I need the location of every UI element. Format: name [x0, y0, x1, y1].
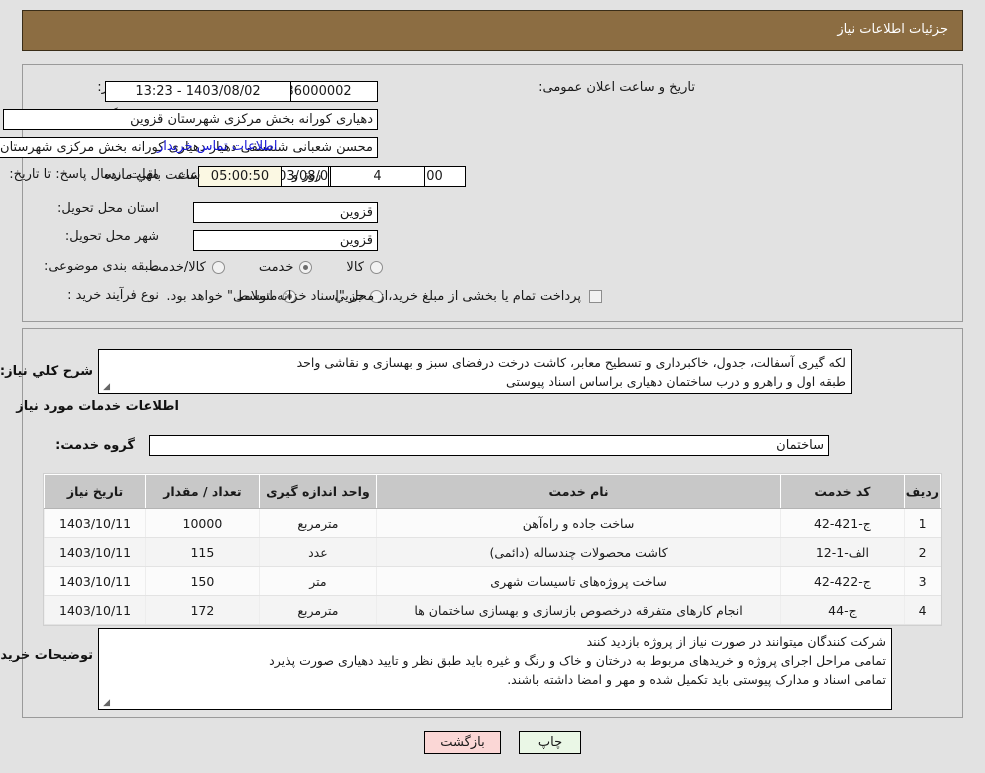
buyer-notes-line: شرکت کنندگان میتوانند در صورت نیاز از پر…: [586, 634, 886, 649]
category-option-label: خدمت: [258, 260, 294, 275]
public-announce-label: تاریخ و ساعت اعلان عمومی:: [538, 80, 695, 95]
table-row: 3 ج-422-42 ساخت پروژه‌های تاسیسات شهری م…: [43, 566, 941, 596]
print-button[interactable]: چاپ: [519, 731, 581, 754]
cell-date: 1403/10/11: [43, 566, 146, 596]
general-desc-textarea[interactable]: لکه گیری آسفالت، جدول، خاکبرداری و تسطیح…: [98, 349, 852, 394]
cell-date: 1403/10/11: [43, 508, 146, 538]
general-desc-line: لکه گیری آسفالت، جدول، خاکبرداری و تسطیح…: [296, 355, 846, 370]
service-group-value[interactable]: ساختمان: [149, 435, 829, 456]
cell-unit: عدد: [258, 537, 377, 567]
resize-grip-icon[interactable]: ◢: [101, 383, 110, 392]
city-value[interactable]: قزوین: [193, 230, 378, 251]
deadline-days-label: روز و: [292, 168, 322, 183]
table-row: 2 الف-1-12 کاشت محصولات چندساله (دائمی) …: [43, 537, 941, 567]
category-option-kala-khedmat[interactable]: کالا/خدمت: [149, 260, 225, 275]
table-header-row: ردیف کد خدمت نام خدمت واحد اندازه گیری ت…: [43, 474, 942, 509]
cell-unit: مترمربع: [258, 508, 377, 538]
th-code: کد خدمت: [780, 474, 905, 509]
cell-unit: متر: [258, 566, 377, 596]
field-province: استان محل تحویل:: [57, 201, 159, 216]
cell-code: ج-44: [780, 595, 905, 625]
cell-row: 1: [903, 508, 941, 538]
cell-unit: مترمربع: [258, 595, 377, 625]
category-option-label: کالا: [346, 260, 364, 275]
cell-qty: 150: [145, 566, 260, 596]
field-public-announce: تاریخ و ساعت اعلان عمومی:: [538, 80, 695, 95]
buyer-org-value[interactable]: دهیاری کورانه بخش مرکزی شهرستان قزوین: [3, 109, 378, 130]
need-info-panel: [22, 64, 963, 322]
cell-row: 2: [903, 537, 941, 567]
buyer-notes-line: تمامی مراحل اجرای پروژه و خریدهای مربوط …: [269, 653, 886, 668]
category-option-kala[interactable]: کالا: [346, 260, 383, 275]
services-table: ردیف کد خدمت نام خدمت واحد اندازه گیری ت…: [43, 474, 942, 625]
field-city: شهر محل تحویل:: [65, 229, 159, 244]
public-announce-value[interactable]: 1403/08/02 - 13:23: [105, 81, 291, 102]
th-name: نام خدمت: [376, 474, 782, 509]
buyer-notes-textarea[interactable]: شرکت کنندگان میتوانند در صورت نیاز از پر…: [98, 628, 892, 710]
category-option-label: کالا/خدمت: [149, 260, 206, 275]
th-qty: تعداد / مقدار: [145, 474, 260, 509]
category-radio-group: کالا خدمت کالا/خدمت: [149, 260, 383, 275]
cell-name: انجام کارهای متفرقه درخصوص بازسازی و بهس…: [376, 595, 781, 625]
cell-qty: 172: [145, 595, 260, 625]
process-type-label: نوع فرآیند خرید :: [67, 288, 159, 303]
field-category: طبقه بندی موضوعی:: [44, 259, 159, 274]
field-process-type: نوع فرآیند خرید :: [67, 288, 159, 303]
deadline-remaining-value: 05:00:50: [198, 166, 282, 187]
province-value[interactable]: قزوین: [193, 202, 378, 223]
back-button[interactable]: بازگشت: [424, 731, 501, 754]
general-desc-line: طبقه اول و راهرو و درب ساختمان دهیاری بر…: [506, 374, 846, 389]
th-unit: واحد اندازه گیری: [258, 474, 378, 509]
services-section-heading: اطلاعات خدمات مورد نیاز: [16, 399, 179, 414]
table-row: 4 ج-44 انجام کارهای متفرقه درخصوص بازساز…: [43, 595, 941, 625]
cell-date: 1403/10/11: [43, 595, 146, 625]
page-root: AriaTender.net جزئیات اطلاعات نیاز شماره…: [0, 0, 985, 773]
cell-code: ج-421-42: [780, 508, 905, 538]
cell-code: الف-1-12: [780, 537, 905, 567]
treasury-bond-label: پرداخت تمام یا بخشی از مبلغ خرید،از محل …: [166, 289, 581, 304]
buyer-notes-line: تمامی اسناد و مدارک پیوستی باید تکمیل شد…: [507, 672, 886, 687]
buyer-notes-label: توضیحات خریدار:: [0, 648, 93, 663]
category-option-khedmat[interactable]: خدمت: [259, 260, 313, 275]
category-label: طبقه بندی موضوعی:: [43, 259, 159, 274]
cell-row: 4: [903, 595, 941, 625]
treasury-bond-checkbox-row[interactable]: پرداخت تمام یا بخشی از مبلغ خرید،از محل …: [166, 289, 602, 304]
cell-row: 3: [903, 566, 941, 596]
cell-qty: 10000: [145, 508, 260, 538]
cell-code: ج-422-42: [780, 566, 905, 596]
cell-qty: 115: [145, 537, 260, 567]
deadline-days-value[interactable]: 4: [330, 166, 425, 187]
page-title-bar: جزئیات اطلاعات نیاز: [22, 10, 963, 51]
city-label: شهر محل تحویل:: [64, 229, 159, 244]
resize-grip-icon[interactable]: ◢: [101, 699, 110, 708]
deadline-remaining-label: ساعت باقي مانده: [104, 168, 201, 183]
province-label: استان محل تحویل:: [57, 201, 159, 216]
th-date: تاریخ نیاز: [43, 474, 147, 509]
buyer-contact-link[interactable]: اطلاعات تماس خریدار: [157, 139, 277, 154]
radio-circle-selected-icon[interactable]: [299, 261, 313, 274]
table-row: 1 ج-421-42 ساخت جاده و راه‌آهن مترمربع 1…: [43, 508, 941, 538]
cell-name: ساخت جاده و راه‌آهن: [376, 508, 781, 538]
cell-date: 1403/10/11: [43, 537, 146, 567]
radio-circle-icon[interactable]: [211, 261, 225, 274]
general-desc-label: شرح کلي نیاز:: [0, 364, 93, 379]
service-group-label: گروه خدمت:: [55, 438, 135, 453]
treasury-bond-checkbox-icon[interactable]: [589, 290, 602, 303]
page-title: جزئیات اطلاعات نیاز: [837, 22, 948, 37]
radio-circle-icon[interactable]: [370, 261, 383, 274]
th-row: ردیف: [903, 474, 942, 509]
cell-name: کاشت محصولات چندساله (دائمی): [376, 537, 781, 567]
cell-name: ساخت پروژه‌های تاسیسات شهری: [376, 566, 781, 596]
